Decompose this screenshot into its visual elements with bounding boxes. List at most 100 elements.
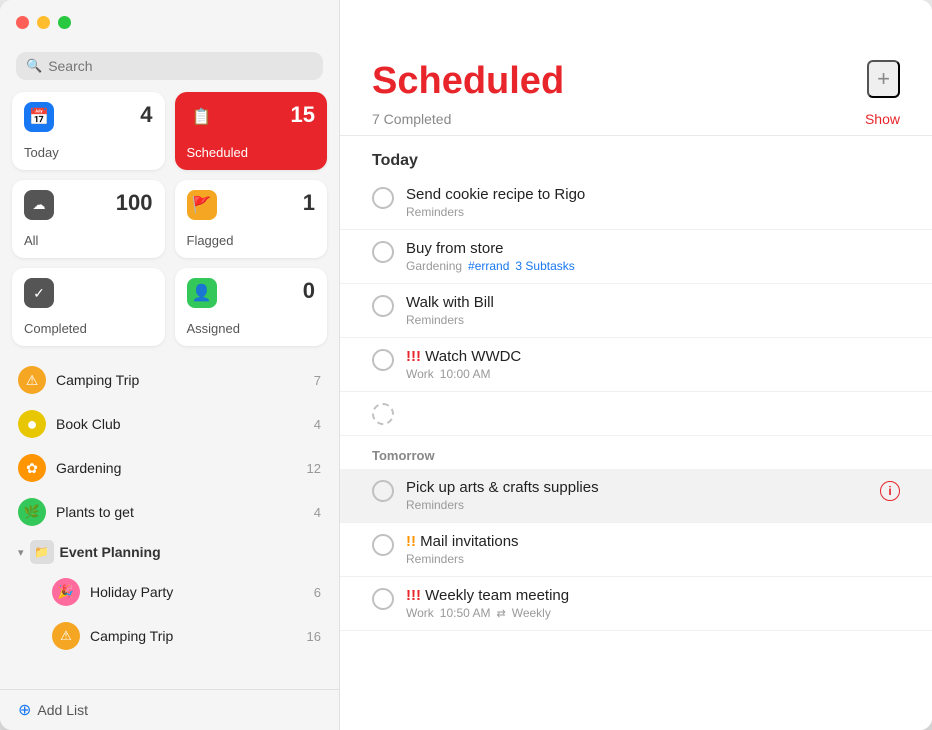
add-list-button[interactable]: ⊕ Add List [0,689,339,730]
today-label: Today [24,145,153,160]
card-today[interactable]: 📅 4 Today [12,92,165,170]
task-checkbox[interactable] [372,241,394,263]
all-count: 100 [116,190,153,216]
task-watch-wwdc[interactable]: !!! Watch WWDC Work 10:00 AM [340,338,932,392]
sidebar-item-camping-trip[interactable]: ⚠ Camping Trip 7 [8,358,331,402]
task-title: !!! Weekly team meeting [406,587,900,604]
task-empty[interactable] [340,392,932,436]
book-club-count: 4 [314,417,321,432]
completed-icon: ✓ [24,278,54,308]
page-title: Scheduled [372,60,564,103]
sidebar: 🔍 📅 4 Today 📋 15 Scheduled [0,0,340,730]
main-header: Scheduled + [340,44,932,103]
gardening-count: 12 [307,461,321,476]
traffic-lights [16,16,71,29]
task-content: Walk with Bill Reminders [406,294,900,327]
card-completed[interactable]: ✓ Completed [12,268,165,346]
task-subtitle: Reminders [406,313,900,327]
card-assigned[interactable]: 👤 0 Assigned [175,268,328,346]
flagged-count: 1 [303,190,315,216]
completed-label: Completed [24,321,153,336]
search-icon: 🔍 [26,58,42,74]
task-buy-from-store[interactable]: Buy from store Gardening #errand 3 Subta… [340,230,932,284]
task-mail-invitations[interactable]: !! Mail invitations Reminders [340,523,932,577]
task-content: !!! Weekly team meeting Work 10:50 AM ⇄ … [406,587,900,620]
task-pickup-arts[interactable]: Pick up arts & crafts supplies Reminders… [340,469,932,523]
section-today: Today [340,136,932,176]
task-content: !! Mail invitations Reminders [406,533,900,566]
task-send-cookie[interactable]: Send cookie recipe to Rigo Reminders [340,176,932,230]
sidebar-item-holiday-party[interactable]: 🎉 Holiday Party 6 [8,570,331,614]
search-input[interactable] [48,58,313,74]
add-task-button[interactable]: + [867,60,900,98]
assigned-count: 0 [303,278,315,304]
card-flagged[interactable]: 🚩 1 Flagged [175,180,328,258]
holiday-party-count: 6 [314,585,321,600]
event-planning-label: Event Planning [60,544,321,560]
task-subtitle: Gardening #errand 3 Subtasks [406,259,900,273]
sidebar-item-plants-to-get[interactable]: 🌿 Plants to get 4 [8,490,331,534]
scheduled-label: Scheduled [187,145,316,160]
task-tag[interactable]: #errand [468,259,509,273]
task-checkbox[interactable] [372,187,394,209]
scheduled-icon: 📋 [187,102,217,132]
task-weekly-meeting[interactable]: !!! Weekly team meeting Work 10:50 AM ⇄ … [340,577,932,631]
task-content: !!! Watch WWDC Work 10:00 AM [406,348,900,381]
task-content: Send cookie recipe to Rigo Reminders [406,186,900,219]
sidebar-item-camping-trip-2[interactable]: ⚠ Camping Trip 16 [8,614,331,658]
card-all[interactable]: ☁ 100 All [12,180,165,258]
assigned-label: Assigned [187,321,316,336]
flagged-icon: 🚩 [187,190,217,220]
smart-lists-grid: 📅 4 Today 📋 15 Scheduled ☁ 100 All [0,92,339,358]
camping-trip-2-icon: ⚠ [52,622,80,650]
task-checkbox[interactable] [372,349,394,371]
task-title: Walk with Bill [406,294,900,311]
card-scheduled[interactable]: 📋 15 Scheduled [175,92,328,170]
task-checkbox[interactable] [372,588,394,610]
recurrence-icon: ⇄ [496,607,505,620]
plants-to-get-label: Plants to get [56,504,304,520]
camping-trip-2-count: 16 [307,629,321,644]
event-planning-group-icon: 📁 [30,540,54,564]
add-list-icon: ⊕ [18,700,31,720]
camping-trip-icon: ⚠ [18,366,46,394]
priority-indicator: !! [406,533,416,550]
task-title: !! Mail invitations [406,533,900,550]
maximize-button[interactable] [58,16,71,29]
plants-to-get-count: 4 [314,505,321,520]
priority-indicator: !!! [406,348,421,365]
today-count: 4 [140,102,152,128]
holiday-party-icon: 🎉 [52,578,80,606]
task-checkbox-dashed[interactable] [372,403,394,425]
flagged-label: Flagged [187,233,316,248]
sidebar-item-book-club[interactable]: ● Book Club 4 [8,402,331,446]
plants-to-get-icon: 🌿 [18,498,46,526]
task-subtitle: Work 10:50 AM ⇄ Weekly [406,606,900,620]
group-event-planning[interactable]: ▾ 📁 Event Planning [8,534,331,570]
chevron-down-icon: ▾ [18,546,24,559]
subtasks-link[interactable]: 3 Subtasks [515,259,574,273]
task-checkbox[interactable] [372,480,394,502]
task-title: !!! Watch WWDC [406,348,900,365]
task-info-button[interactable]: i [880,481,900,501]
book-club-label: Book Club [56,416,304,432]
today-icon: 📅 [24,102,54,132]
task-checkbox[interactable] [372,534,394,556]
all-icon: ☁ [24,190,54,220]
search-bar[interactable]: 🔍 [16,52,323,80]
minimize-button[interactable] [37,16,50,29]
gardening-label: Gardening [56,460,297,476]
task-title: Send cookie recipe to Rigo [406,186,900,203]
close-button[interactable] [16,16,29,29]
task-title: Pick up arts & crafts supplies [406,479,868,496]
task-checkbox[interactable] [372,295,394,317]
show-completed-button[interactable]: Show [865,111,900,127]
sidebar-item-gardening[interactable]: ✿ Gardening 12 [8,446,331,490]
task-walk-with-bill[interactable]: Walk with Bill Reminders [340,284,932,338]
task-subtitle: Work 10:00 AM [406,367,900,381]
main-content: Scheduled + 7 Completed Show Today Send … [340,0,932,730]
task-subtitle: Reminders [406,498,868,512]
titlebar [0,0,932,44]
task-subtitle: Reminders [406,552,900,566]
task-title: Buy from store [406,240,900,257]
